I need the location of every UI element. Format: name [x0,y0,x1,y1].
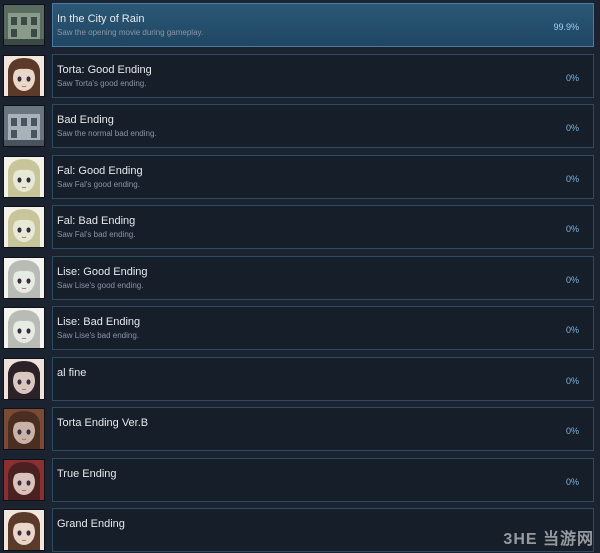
achievement-title: Grand Ending [57,518,125,530]
achievement-row[interactable]: al fine 0% [0,356,600,401]
achievement-panel: Fal: Bad Ending Saw Fal's bad ending. 0% [52,205,594,249]
unlock-percentage: 0% [565,224,579,234]
unlock-percentage: 0% [565,325,579,335]
character-portrait-light-hair-icon [3,206,45,248]
achievement-row[interactable]: Lise: Good Ending Saw Lise's good ending.… [0,255,600,300]
unlock-percentage: 0% [565,274,579,285]
achievement-panel: al fine 0% [52,356,594,401]
achievement-panel: True Ending 0% [52,457,594,502]
achievement-description: Saw Torta's good ending. [57,78,147,88]
building-facade-icon [3,105,45,147]
unlock-percentage: 0% [565,375,579,386]
achievement-panel: Fal: Good Ending Saw Fal's good ending. 0% [52,154,594,199]
achievement-row[interactable]: True Ending 0% [0,457,600,502]
achievement-title: Torta: Good Ending [57,63,152,76]
character-portrait-silver-hair-icon [3,307,45,349]
achievement-title: Fal: Good Ending [57,164,143,177]
character-portrait-dark-red-icon [3,458,45,501]
achievement-title: Fal: Bad Ending [57,215,136,227]
unlock-percentage: 0% [565,426,579,436]
achievement-row[interactable]: Fal: Bad Ending Saw Fal's bad ending. 0% [0,205,600,249]
achievement-panel: Bad Ending Saw the normal bad ending. 0% [52,104,594,148]
achievement-title: Torta Ending Ver.B [57,417,149,429]
rainy-city-street-icon [3,4,45,46]
achievement-row[interactable]: In the City of Rain Saw the opening movie… [0,3,600,47]
unlock-percentage: 99.9% [553,22,579,32]
unlock-percentage: 0% [565,476,579,487]
achievement-title: Lise: Good Ending [57,265,148,278]
achievement-title: Lise: Bad Ending [57,316,141,328]
achievement-title: Bad Ending [57,114,114,126]
two-characters-portrait-icon [3,408,45,450]
character-portrait-dark-hair-icon [3,357,45,400]
character-portrait-light-hair-icon [3,155,45,198]
achievement-panel: In the City of Rain Saw the opening movie… [52,3,594,47]
achievement-row[interactable]: Lise: Bad Ending Saw Lise's bad ending. 0% [0,306,600,350]
achievement-title: al fine [57,366,87,379]
achievement-row[interactable]: Torta: Good Ending Saw Torta's good endin… [0,53,600,98]
achievement-title: In the City of Rain [57,13,145,25]
unlock-percentage: 0% [565,72,579,83]
achievement-description: Saw Lise's good ending. [57,280,144,290]
achievement-panel: Lise: Good Ending Saw Lise's good ending.… [52,255,594,300]
achievement-description: Saw Lise's bad ending. [57,331,140,340]
achievement-row[interactable]: Fal: Good Ending Saw Fal's good ending. 0% [0,154,600,199]
achievement-description: Saw Fal's bad ending. [57,230,136,239]
watermark: 3HE 当游网 [503,531,594,548]
achievement-panel: Torta Ending Ver.B 0% [52,407,594,451]
achievement-description: Saw the opening movie during gameplay. [57,28,204,37]
character-portrait-brown-hair-icon [3,509,45,551]
unlock-percentage: 0% [565,123,579,133]
achievement-list: In the City of Rain Saw the opening movie… [0,0,600,553]
achievement-row[interactable]: Torta Ending Ver.B 0% [0,407,600,451]
unlock-percentage: 0% [565,173,579,184]
character-portrait-brown-hair-icon [3,54,45,97]
achievement-row[interactable]: Bad Ending Saw the normal bad ending. 0% [0,104,600,148]
achievement-title: True Ending [57,467,117,480]
character-portrait-silver-hair-icon [3,256,45,299]
achievement-panel: Lise: Bad Ending Saw Lise's bad ending. 0% [52,306,594,350]
achievement-description: Saw Fal's good ending. [57,179,140,189]
achievement-description: Saw the normal bad ending. [57,129,157,138]
achievement-panel: Torta: Good Ending Saw Torta's good endin… [52,53,594,98]
